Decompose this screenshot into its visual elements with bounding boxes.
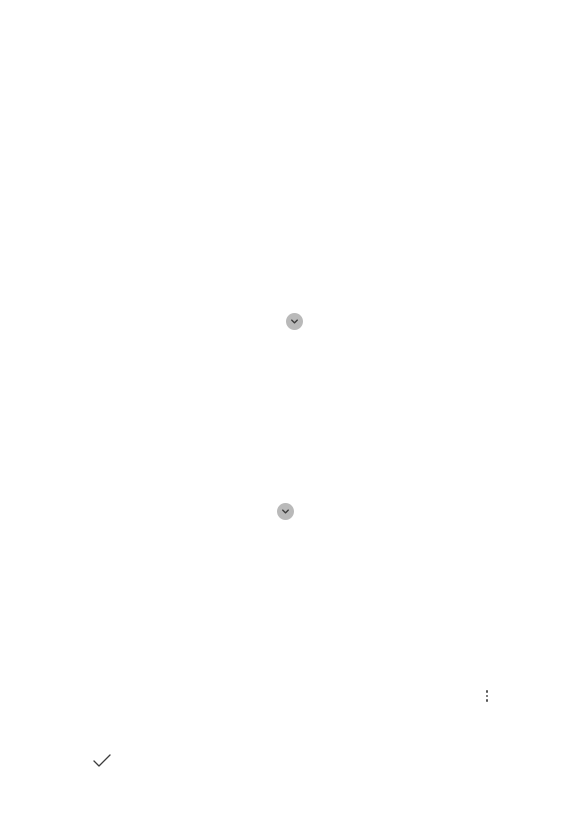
more-vertical-icon-dot	[485, 699, 489, 702]
expand-button-lower[interactable]	[277, 503, 294, 520]
chevron-down-icon	[291, 319, 298, 324]
confirm-button[interactable]	[90, 750, 114, 772]
expand-button-upper[interactable]	[286, 313, 303, 330]
more-vertical-icon	[485, 690, 489, 693]
more-vertical-icon-dot	[485, 694, 489, 698]
chevron-down-icon	[282, 509, 289, 514]
blank-screen	[0, 0, 577, 829]
overflow-menu-button[interactable]	[478, 685, 496, 707]
checkmark-icon	[93, 754, 111, 767]
